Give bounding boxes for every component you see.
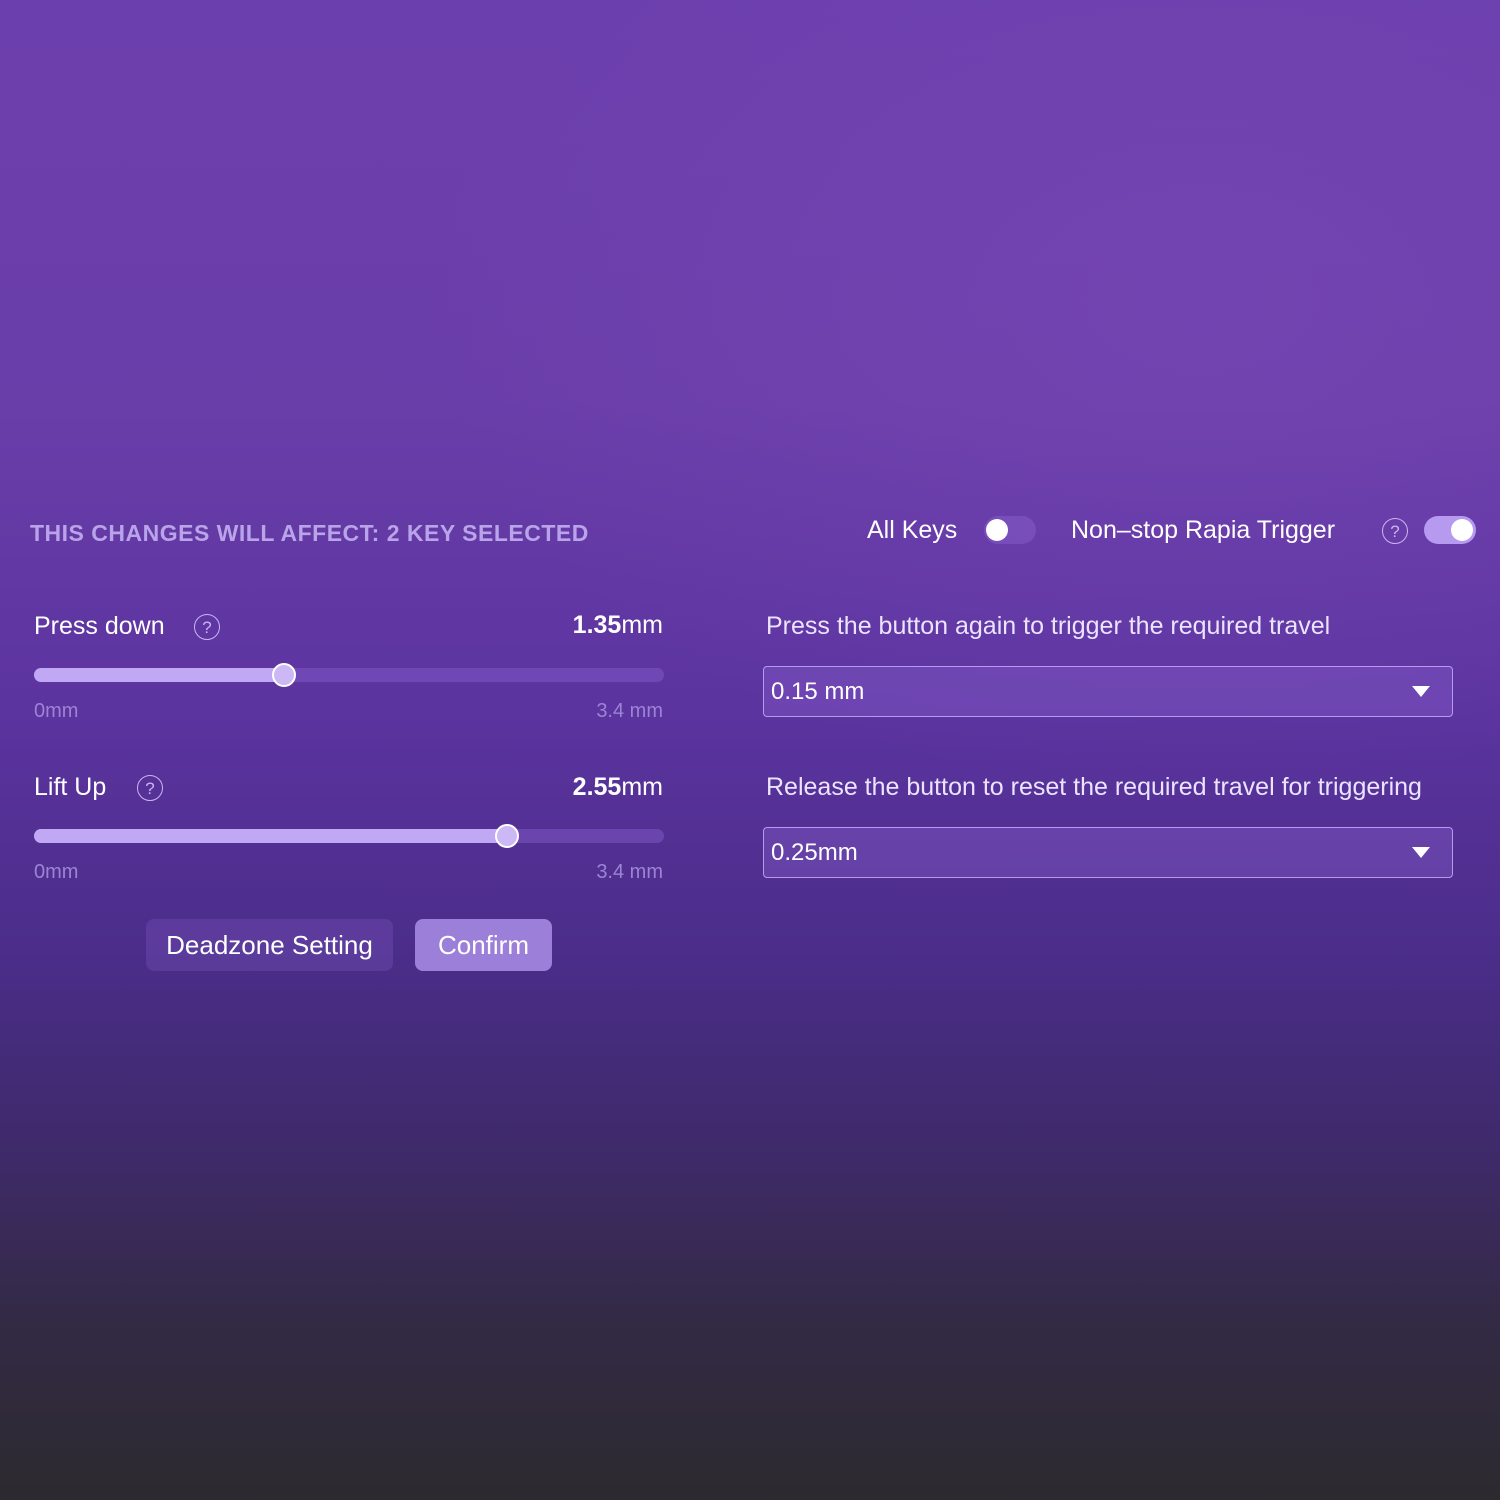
help-icon[interactable]: ? [137,775,163,801]
chevron-down-icon [1412,847,1430,858]
press-down-slider[interactable] [34,663,664,687]
nonstop-rapid-trigger-label: Non–stop Rapia Trigger [1071,516,1336,544]
all-keys-label: All Keys [867,516,958,544]
toggle-knob [1451,519,1473,541]
value-number: 2.55 [572,773,622,801]
lift-up-max-label: 3.4 mm [596,861,663,883]
press-down-value: 1.35mm [500,611,663,640]
chevron-down-icon [1412,686,1430,697]
press-down-label: Press down [34,612,165,640]
lift-up-slider[interactable] [34,824,664,848]
all-keys-toggle[interactable] [984,516,1036,544]
slider-thumb[interactable] [272,663,296,687]
lift-up-min-label: 0mm [34,861,79,883]
reset-travel-selected-value: 0.25mm [771,838,858,866]
press-down-min-label: 0mm [34,700,79,722]
value-number: 1.35 [572,611,622,639]
slider-fill [34,829,507,843]
trigger-travel-select[interactable]: 0.15 mm [763,666,1453,717]
help-icon[interactable]: ? [1382,518,1408,544]
trigger-travel-description: Press the button again to trigger the re… [766,612,1331,640]
nonstop-rapid-trigger-toggle[interactable] [1424,516,1476,544]
help-icon[interactable]: ? [194,614,220,640]
reset-travel-description: Release the button to reset the required… [766,773,1422,801]
slider-thumb[interactable] [495,824,519,848]
value-unit: mm [621,611,663,639]
value-unit: mm [621,773,663,801]
lift-up-value: 2.55mm [500,773,663,802]
lift-up-label: Lift Up [34,773,107,801]
trigger-travel-selected-value: 0.15 mm [771,677,865,705]
affected-keys-notice: THIS CHANGES WILL AFFECT: 2 KEY SELECTED [30,520,589,546]
slider-fill [34,668,284,682]
toggle-knob [986,519,1008,541]
confirm-button[interactable]: Confirm [415,919,552,971]
deadzone-setting-button[interactable]: Deadzone Setting [146,919,393,971]
reset-travel-select[interactable]: 0.25mm [763,827,1453,878]
press-down-max-label: 3.4 mm [596,700,663,722]
